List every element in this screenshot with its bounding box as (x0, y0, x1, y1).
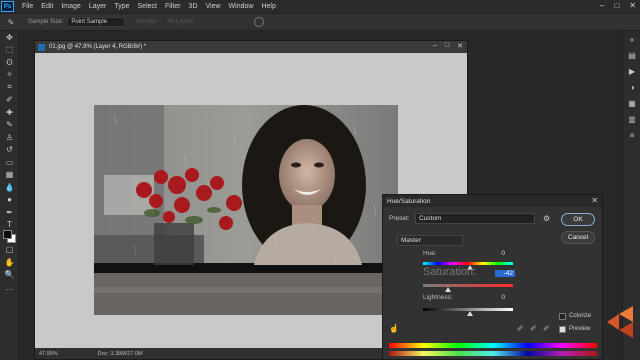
eyedropper-plus-icon[interactable]: ✐ (530, 324, 537, 333)
eraser-tool-icon[interactable]: ▭ (0, 156, 19, 169)
document-window-controls: – □ ✕ (433, 42, 463, 50)
eyedropper-icon[interactable]: ✐ (517, 324, 524, 333)
preset-label: Preset: (389, 215, 410, 222)
blur-tool-icon[interactable]: 💧 (0, 181, 19, 194)
window-controls: – □ ✕ (600, 1, 636, 10)
doc-close-icon[interactable]: ✕ (457, 42, 463, 50)
lightness-value[interactable]: 0 (485, 294, 505, 301)
menu-help[interactable]: Help (261, 3, 275, 10)
sample-size-label: Sample Size: (28, 19, 64, 25)
colorize-label: Colorize (569, 313, 592, 319)
saturation-slider-track[interactable] (423, 284, 513, 287)
eyedropper-minus-icon[interactable]: ✐ (543, 324, 550, 333)
preset-gear-icon[interactable]: ⚙ (543, 214, 550, 223)
menu-type[interactable]: Type (114, 3, 129, 10)
crop-tool-icon[interactable]: ⌗ (0, 81, 19, 94)
doc-minimize-icon[interactable]: – (433, 42, 437, 50)
menu-filter[interactable]: Filter (165, 3, 181, 10)
hue-label: Hue: (423, 250, 437, 257)
menu-layer[interactable]: Layer (89, 3, 107, 10)
menu-bar: Ps File Edit Image Layer Type Select Fil… (0, 0, 640, 13)
input-color-bar (389, 343, 597, 348)
channel-select[interactable]: Master (397, 235, 463, 246)
panel-expand-icon[interactable]: « (623, 31, 640, 47)
zoom-tool-icon[interactable]: 🔍 (0, 269, 19, 282)
photo-canvas[interactable] (94, 105, 398, 315)
output-color-bar (389, 351, 597, 356)
lightness-slider-thumb[interactable] (467, 311, 473, 316)
eyedropper-tool-preset-icon[interactable]: ✎ (4, 16, 18, 28)
dodge-tool-icon[interactable]: ● (0, 194, 19, 207)
brush-tool-icon[interactable]: ✎ (0, 119, 19, 132)
preview-checkbox[interactable] (559, 326, 566, 333)
doc-maximize-icon[interactable]: □ (445, 42, 449, 50)
sample-size-select[interactable]: Point Sample (67, 17, 126, 27)
watermark-logo (607, 306, 633, 338)
targeted-adjustment-hand-icon[interactable]: ☝ (389, 324, 399, 333)
ok-button[interactable]: OK (561, 213, 595, 226)
minimize-icon[interactable]: – (600, 1, 604, 10)
healing-brush-icon[interactable]: ✚ (0, 106, 19, 119)
history-brush-icon[interactable]: ↺ (0, 144, 19, 157)
move-tool-icon[interactable]: ✥ (0, 31, 19, 44)
sampling-ring-icon[interactable] (253, 17, 264, 27)
preset-select[interactable]: Custom (415, 213, 535, 224)
menu-view[interactable]: View (206, 3, 221, 10)
options-bar: ✎ Sample Size: Point Sample Sample: All … (0, 13, 640, 31)
hue-saturation-dialog: Hue/Saturation ✕ Preset: Custom ⚙ OK Can… (382, 194, 603, 360)
pen-tool-icon[interactable]: ✒ (0, 206, 19, 219)
sample-label: Sample: (135, 19, 158, 25)
doc-size-info[interactable]: Doc: 3.38M/27.0M (98, 351, 143, 357)
menu-edit[interactable]: Edit (41, 3, 53, 10)
clone-stamp-icon[interactable]: ♙ (0, 131, 19, 144)
tools-panel: ✥ ⬚ ʘ ✧ ⌗ ✐ ✚ ✎ ♙ ↺ ▭ ▦ 💧 ● ✒ T ➤ ▢ ✋ 🔍 … (0, 31, 19, 360)
lasso-tool-icon[interactable]: ʘ (0, 56, 19, 69)
hue-value[interactable]: 0 (485, 250, 505, 257)
dialog-close-icon[interactable]: ✕ (591, 196, 598, 205)
more-tools-icon[interactable]: … (0, 281, 19, 294)
shape-tool-icon[interactable]: ▢ (0, 244, 19, 257)
sample-all-layers[interactable]: All Layers (167, 19, 193, 25)
maximize-icon[interactable]: □ (614, 1, 619, 10)
dialog-title: Hue/Saturation (387, 197, 431, 205)
menu-select[interactable]: Select (138, 3, 157, 10)
colorize-checkbox[interactable] (559, 313, 566, 320)
menu-3d[interactable]: 3D (189, 3, 198, 10)
gradient-tool-icon[interactable]: ▦ (0, 169, 19, 182)
photo-image (94, 105, 398, 315)
marquee-tool-icon[interactable]: ⬚ (0, 44, 19, 57)
document-icon (38, 43, 45, 51)
color-panel-icon[interactable]: ◑ (623, 79, 640, 95)
saturation-slider-thumb[interactable] (445, 287, 451, 292)
actions-panel-icon[interactable]: ▶ (623, 63, 640, 79)
document-title: 01.jpg @ 47.9% (Layer 4, RGB/8#) * (49, 44, 147, 50)
lightness-label: Lightness: (423, 294, 453, 301)
photoshop-logo: Ps (1, 1, 14, 12)
eyedropper-tool-icon[interactable]: ✐ (0, 94, 19, 107)
dialog-title-bar[interactable]: Hue/Saturation ✕ (383, 195, 602, 207)
menu-file[interactable]: File (22, 3, 33, 10)
menu-image[interactable]: Image (61, 3, 80, 10)
properties-panel-icon[interactable]: ▥ (623, 111, 640, 127)
close-icon[interactable]: ✕ (629, 1, 636, 10)
cancel-button[interactable]: Cancel (561, 231, 595, 244)
document-tab[interactable]: 01.jpg @ 47.9% (Layer 4, RGB/8#) * – □ ✕ (35, 41, 467, 53)
foreground-color-swatch[interactable] (3, 230, 12, 239)
quick-select-tool-icon[interactable]: ✧ (0, 69, 19, 82)
menu-window[interactable]: Window (229, 3, 254, 10)
hand-tool-icon[interactable]: ✋ (0, 256, 19, 269)
saturation-value[interactable]: -42 (495, 270, 515, 277)
zoom-level[interactable]: 47.95% (39, 351, 58, 357)
saturation-label: Saturation: (423, 266, 477, 278)
adjustments-panel-icon[interactable]: ≡ (623, 127, 640, 143)
swatches-panel-icon[interactable]: ▦ (623, 95, 640, 111)
preview-label: Preview (569, 326, 591, 332)
history-panel-icon[interactable]: ▤ (623, 47, 640, 63)
